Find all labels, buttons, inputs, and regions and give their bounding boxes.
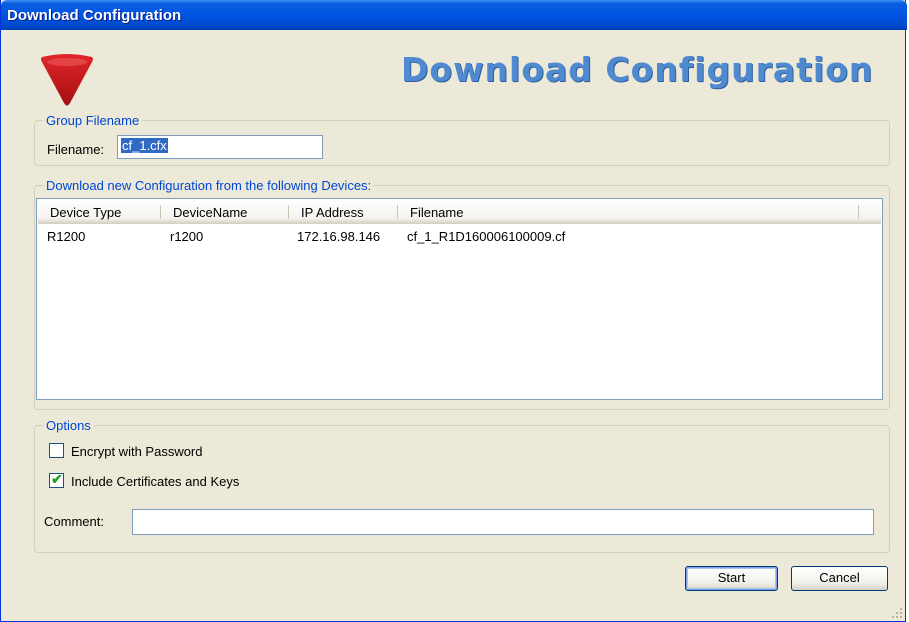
include-certs-checkbox[interactable]: ✔ [49, 471, 64, 488]
encrypt-label[interactable]: Encrypt with Password [71, 444, 203, 459]
devices-list[interactable]: Device Type DeviceName IP Address Filena… [36, 198, 883, 400]
encrypt-checkbox[interactable] [49, 443, 64, 458]
resize-grip-icon[interactable] [891, 607, 903, 619]
devices-legend: Download new Configuration from the foll… [43, 178, 375, 193]
table-row[interactable]: R1200 r1200 172.16.98.146 cf_1_R1D160006… [38, 226, 881, 246]
options-legend: Options [43, 418, 94, 433]
filename-value: cf_1.cfx [121, 138, 168, 153]
start-button[interactable]: Start [685, 566, 778, 591]
include-certs-label[interactable]: Include Certificates and Keys [71, 474, 239, 489]
devices-list-header: Device Type DeviceName IP Address Filena… [38, 200, 881, 224]
window-title: Download Configuration [7, 7, 182, 24]
title-bar[interactable]: Download Configuration [1, 0, 907, 30]
column-device-name[interactable]: DeviceName [161, 200, 289, 223]
comment-input[interactable] [132, 509, 874, 535]
column-filename[interactable]: Filename [398, 200, 858, 223]
filename-input[interactable]: cf_1.cfx [117, 135, 323, 159]
comment-label: Comment: [44, 514, 104, 529]
logo-icon [41, 54, 93, 106]
cell-filename: cf_1_R1D160006100009.cf [407, 229, 566, 244]
cell-ip-address: 172.16.98.146 [297, 229, 381, 244]
banner-title: Download Configuration [401, 50, 874, 89]
filename-label: Filename: [47, 142, 105, 157]
cell-device-name: r1200 [170, 229, 204, 244]
column-device-type[interactable]: Device Type [38, 200, 161, 223]
column-ip-address[interactable]: IP Address [289, 200, 398, 223]
checkmark-icon: ✔ [51, 471, 63, 487]
cell-device-type: R1200 [47, 229, 86, 244]
group-filename-legend: Group Filename [43, 113, 143, 128]
cancel-button[interactable]: Cancel [791, 566, 888, 591]
